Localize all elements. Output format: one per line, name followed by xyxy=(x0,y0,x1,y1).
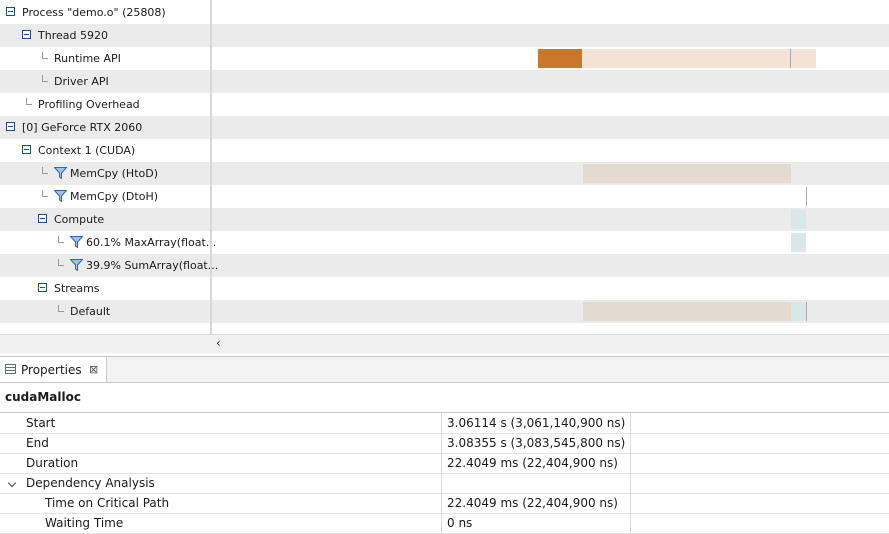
tree-connector-icon xyxy=(26,98,32,105)
properties-tab-strip: Properties ⊠ xyxy=(0,357,889,383)
timeline-view: Process "demo.o" (25808) Thread 5920 Runti… xyxy=(0,0,889,334)
collapse-icon[interactable] xyxy=(6,7,15,16)
timeline-row-label: Process "demo.o" (25808) xyxy=(22,6,166,19)
kernel-bar[interactable] xyxy=(791,210,806,229)
kernel-bar[interactable] xyxy=(791,233,806,252)
timeline-row[interactable]: Driver API xyxy=(0,70,889,93)
timeline-row[interactable]: Context 1 (CUDA) xyxy=(0,139,889,162)
collapse-icon[interactable] xyxy=(38,214,47,223)
api-call-bar-selected[interactable] xyxy=(538,49,582,68)
filter-icon[interactable] xyxy=(54,190,67,202)
timeline-row-label: Driver API xyxy=(54,75,109,88)
memcpy-bar[interactable] xyxy=(583,164,791,183)
timeline-row[interactable]: Process "demo.o" (25808) xyxy=(0,1,889,24)
property-row[interactable]: Dependency Analysis xyxy=(0,473,889,494)
timeline-row-label: Runtime API xyxy=(54,52,121,65)
filter-icon[interactable] xyxy=(70,259,83,271)
stream-kernel-bar[interactable] xyxy=(791,302,806,321)
timeline-row[interactable]: Profiling Overhead xyxy=(0,93,889,116)
timeline-row[interactable]: 39.9% SumArray(float... xyxy=(0,254,889,277)
tree-connector-icon xyxy=(58,305,64,312)
timeline-row-label: Context 1 (CUDA) xyxy=(38,144,136,157)
timeline-row[interactable]: Thread 5920 xyxy=(0,24,889,47)
filter-icon[interactable] xyxy=(70,236,83,248)
properties-table: Start 3.06114 s (3,061,140,900 ns) End 3.08… xyxy=(0,412,889,534)
property-row[interactable]: End 3.08355 s (3,083,545,800 ns) xyxy=(0,433,889,454)
tree-pane-splitter[interactable] xyxy=(210,0,212,334)
timeline-row[interactable]: MemCpy (DtoH) xyxy=(0,185,889,208)
collapse-icon[interactable] xyxy=(22,145,31,154)
timeline-row-label: Thread 5920 xyxy=(38,29,108,42)
property-row[interactable]: Start 3.06114 s (3,061,140,900 ns) xyxy=(0,413,889,434)
timeline-row-label: MemCpy (HtoD) xyxy=(70,167,159,180)
property-value: 0 ns xyxy=(447,516,473,530)
stream-memcpy-bar[interactable] xyxy=(583,302,791,321)
timeline-row-label: 60.1% MaxArray(float... xyxy=(86,236,217,249)
property-name: End xyxy=(26,436,49,450)
tree-connector-icon xyxy=(58,259,64,266)
property-value: 3.08355 s (3,083,545,800 ns) xyxy=(447,436,626,450)
tree-connector-icon xyxy=(42,75,48,82)
property-row[interactable]: Time on Critical Path 22.4049 ms (22,404,… xyxy=(0,493,889,514)
properties-icon xyxy=(5,364,16,374)
timeline-row-label: 39.9% SumArray(float... xyxy=(86,259,219,272)
timeline-row-label: Default xyxy=(70,305,111,318)
timeline-row[interactable]: Streams xyxy=(0,277,889,300)
filter-icon[interactable] xyxy=(54,167,67,179)
property-name: Duration xyxy=(26,456,79,470)
timeline-row-label: Compute xyxy=(54,213,105,226)
timeline-row-label: MemCpy (DtoH) xyxy=(70,190,159,203)
selected-item-title: cudaMalloc xyxy=(5,390,81,404)
property-row[interactable]: Duration 22.4049 ms (22,404,900 ns) xyxy=(0,453,889,474)
collapse-icon[interactable] xyxy=(22,30,31,39)
close-icon[interactable]: ⊠ xyxy=(89,357,98,382)
memcpy-bar[interactable] xyxy=(806,187,807,206)
timeline-row-label: [0] GeForce RTX 2060 xyxy=(22,121,143,134)
chevron-down-icon[interactable] xyxy=(7,478,17,488)
tree-connector-icon xyxy=(58,236,64,243)
timeline-row-label: Profiling Overhead xyxy=(38,98,140,111)
properties-view: Properties ⊠ cudaMalloc Start 3.06114 s (… xyxy=(0,356,889,534)
property-name: Time on Critical Path xyxy=(45,496,170,510)
api-call-bar[interactable] xyxy=(582,49,816,68)
scroll-left-arrow-icon[interactable]: ‹ xyxy=(216,335,221,353)
api-call-tick[interactable] xyxy=(790,49,791,68)
tree-connector-icon xyxy=(42,167,48,174)
collapse-icon[interactable] xyxy=(6,122,15,131)
property-value: 22.4049 ms (22,404,900 ns) xyxy=(447,456,618,470)
property-name: Start xyxy=(26,416,56,430)
collapse-icon[interactable] xyxy=(38,283,47,292)
property-value: 22.4049 ms (22,404,900 ns) xyxy=(447,496,618,510)
properties-tab[interactable]: Properties ⊠ xyxy=(0,357,107,382)
property-name: Waiting Time xyxy=(45,516,124,530)
horizontal-scrollbar[interactable]: ‹ xyxy=(0,334,889,353)
tree-connector-icon xyxy=(42,190,48,197)
stream-tick[interactable] xyxy=(806,302,807,321)
timeline-row[interactable]: 60.1% MaxArray(float... xyxy=(0,231,889,254)
tree-connector-icon xyxy=(42,52,48,59)
timeline-row[interactable]: [0] GeForce RTX 2060 xyxy=(0,116,889,139)
timeline-row[interactable]: Compute xyxy=(0,208,889,231)
property-value: 3.06114 s (3,061,140,900 ns) xyxy=(447,416,626,430)
property-name: Dependency Analysis xyxy=(26,476,155,490)
properties-tab-title: Properties xyxy=(21,363,82,377)
timeline-row-label: Streams xyxy=(54,282,100,295)
